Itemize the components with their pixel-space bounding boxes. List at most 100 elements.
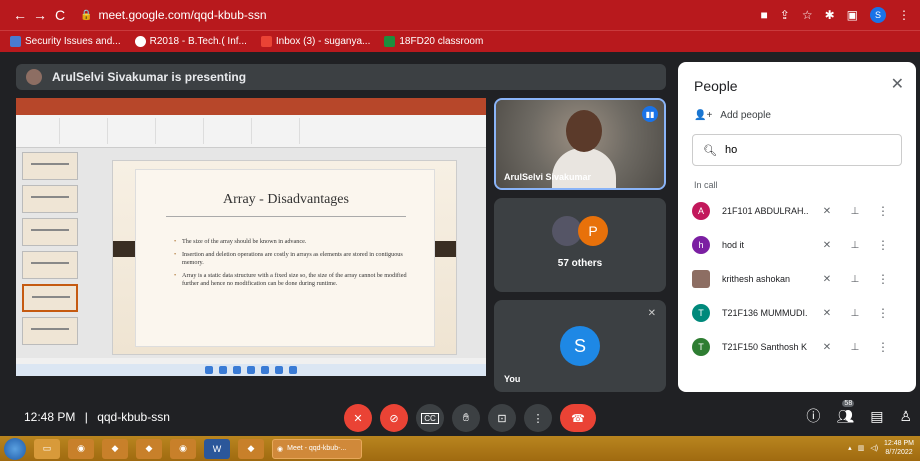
presenter-avatar	[26, 69, 42, 85]
ppt-ribbon-tabs	[16, 108, 486, 115]
add-people-button[interactable]: 👤+ Add people	[694, 110, 771, 121]
bookmarks-bar: Security Issues and... R2018 - B.Tech.( …	[0, 30, 920, 52]
camera-off-icon: ⊘	[389, 412, 399, 425]
address-bar[interactable]: 🔒 meet.google.com/qqd-kbub-ssn	[80, 8, 267, 22]
participant-name: T21F150 Santhosh K	[722, 342, 808, 352]
taskbar-meet-tab[interactable]: ◉ Meet - qqd-kbub-...	[272, 438, 362, 459]
more-options-icon[interactable]: ⋮	[876, 204, 890, 218]
taskbar-meet-label: Meet - qqd-kbub-...	[287, 445, 347, 452]
search-input[interactable]	[724, 144, 885, 156]
mic-off-icon[interactable]: ✕	[816, 342, 838, 353]
chrome-icon[interactable]: ◉	[170, 438, 196, 459]
pin-icon[interactable]: ⊥	[844, 274, 866, 285]
bookmark-item[interactable]: Security Issues and...	[10, 36, 121, 47]
extensions-icon[interactable]: ✱	[825, 8, 835, 22]
slide-bullet: Insertion and deletion operations are co…	[174, 251, 424, 267]
browser-toolbar: ← → C 🔒 meet.google.com/qqd-kbub-ssn ■ ⇪…	[0, 0, 920, 30]
share-icon[interactable]: ⇪	[780, 8, 790, 22]
camera-icon[interactable]: ■	[761, 8, 768, 22]
participant-avatar: h	[692, 236, 710, 254]
present-button[interactable]: ⊡	[488, 404, 516, 432]
participant-row[interactable]: T T21F136 MUMMUDI... ✕ ⊥ ⋮	[692, 296, 906, 330]
pin-icon[interactable]: ⊥	[844, 240, 866, 251]
mic-off-icon[interactable]: ✕	[816, 274, 838, 285]
people-panel: People ✕ 👤+ Add people 🔍︎ In call A 21F1…	[678, 62, 916, 392]
participant-name: krithesh ashokan	[722, 274, 791, 284]
participant-count: 58	[842, 399, 855, 407]
participant-avatar: T	[692, 304, 710, 322]
meeting-time: 12:48 PM	[24, 410, 76, 424]
participant-row[interactable]: h hod it ✕ ⊥ ⋮	[692, 228, 906, 262]
camera-toggle-button[interactable]: ⊘	[380, 404, 408, 432]
info-icon[interactable]: ⓘ	[806, 406, 820, 426]
mic-toggle-button[interactable]: ✕	[344, 404, 372, 432]
participant-avatar	[692, 270, 710, 288]
tab-search-icon[interactable]: ▣	[847, 8, 858, 22]
profile-avatar[interactable]: S	[870, 7, 886, 23]
activities-icon[interactable]: ♙	[899, 408, 912, 425]
mic-off-icon: ✕	[353, 412, 363, 425]
back-icon[interactable]: ←	[10, 7, 30, 23]
lock-icon: 🔒	[80, 9, 93, 21]
close-icon[interactable]: ✕	[891, 74, 904, 94]
captions-button[interactable]: CC	[416, 404, 444, 432]
mic-off-icon[interactable]: ✕	[816, 206, 838, 217]
people-button[interactable]: 👥︎ 58	[836, 399, 855, 425]
app-icon[interactable]: ◆	[136, 438, 162, 459]
presenter-tile[interactable]: ▮▮ ArulSelvi Sivakumar	[494, 98, 666, 190]
bookmark-icon	[134, 36, 146, 47]
file-explorer-icon[interactable]: ▭	[34, 438, 60, 459]
others-tile[interactable]: P 57 others	[494, 198, 666, 292]
more-options-button[interactable]: ⋮	[524, 404, 552, 432]
bookmark-label: 18FD20 classroom	[399, 36, 484, 47]
url-text: meet.google.com/qqd-kbub-ssn	[98, 8, 267, 22]
ppt-body: Array - Disadvantages The size of the ar…	[16, 148, 486, 358]
bookmark-item[interactable]: Inbox (3) - suganya...	[260, 36, 370, 47]
mic-off-icon[interactable]: ✕	[816, 240, 838, 251]
more-options-icon[interactable]: ⋮	[876, 272, 890, 286]
speaking-icon: ▮▮	[642, 106, 658, 122]
slide: Array - Disadvantages The size of the ar…	[112, 160, 457, 355]
app-icon[interactable]: ◆	[238, 438, 264, 459]
more-options-icon[interactable]: ⋮	[876, 340, 890, 354]
raise-hand-button[interactable]: ✋︎	[452, 404, 480, 432]
bookmark-item[interactable]: R2018 - B.Tech.( Inf...	[134, 36, 247, 47]
word-icon[interactable]: W	[204, 438, 230, 459]
participant-row[interactable]: T T21F150 Santhosh K ✕ ⊥ ⋮	[692, 330, 906, 364]
network-icon[interactable]: ▥	[858, 444, 865, 452]
volume-icon[interactable]: ◁)	[870, 444, 878, 452]
bookmark-item[interactable]: 18FD20 classroom	[384, 36, 483, 47]
clock[interactable]: 12:48 PM 8/7/2022	[884, 439, 914, 457]
chrome-icon: ◉	[277, 445, 284, 453]
captions-icon: CC	[421, 412, 439, 424]
participant-name: hod it	[722, 240, 745, 250]
leave-call-button[interactable]: ☎	[560, 404, 596, 432]
chat-icon[interactable]: ▤	[870, 408, 883, 425]
forward-icon[interactable]: →	[30, 7, 50, 23]
start-button[interactable]	[4, 437, 26, 460]
participant-row[interactable]: krithesh ashokan ✕ ⊥ ⋮	[692, 262, 906, 296]
pin-icon[interactable]: ⊥	[844, 308, 866, 319]
self-tile[interactable]: ✕ S You	[494, 300, 666, 392]
pin-icon[interactable]: ⊥	[844, 342, 866, 353]
windows-taskbar: ▭ ◉ ◆ ◆ ◉ W ◆ ◉ Meet - qqd-kbub-... ▴ ▥ …	[0, 436, 920, 461]
star-icon[interactable]: ☆	[802, 8, 813, 22]
more-options-icon[interactable]: ⋮	[876, 238, 890, 252]
slide-bullet: The size of the array should be known in…	[174, 238, 424, 246]
participant-row[interactable]: A 21F101 ABDULRAH... ✕ ⊥ ⋮	[692, 194, 906, 228]
app-icon[interactable]: ◆	[102, 438, 128, 459]
more-options-icon[interactable]: ⋮	[876, 306, 890, 320]
in-call-label: In call	[694, 180, 718, 190]
shared-screen: Array - Disadvantages The size of the ar…	[16, 98, 486, 376]
reload-icon[interactable]: C	[50, 7, 70, 23]
chrome-icon[interactable]: ◉	[68, 438, 94, 459]
pin-icon[interactable]: ⊥	[844, 206, 866, 217]
bookmark-label: R2018 - B.Tech.( Inf...	[149, 36, 247, 47]
tray-arrow-icon[interactable]: ▴	[848, 444, 852, 452]
more-icon[interactable]: ⋮	[898, 8, 910, 22]
gmail-icon	[260, 36, 272, 47]
presenting-text: ArulSelvi Sivakumar is presenting	[52, 70, 247, 84]
search-field[interactable]: 🔍︎	[692, 134, 902, 166]
mic-off-icon[interactable]: ✕	[816, 308, 838, 319]
participant-list: A 21F101 ABDULRAH... ✕ ⊥ ⋮ h hod it ✕ ⊥ …	[692, 194, 906, 364]
